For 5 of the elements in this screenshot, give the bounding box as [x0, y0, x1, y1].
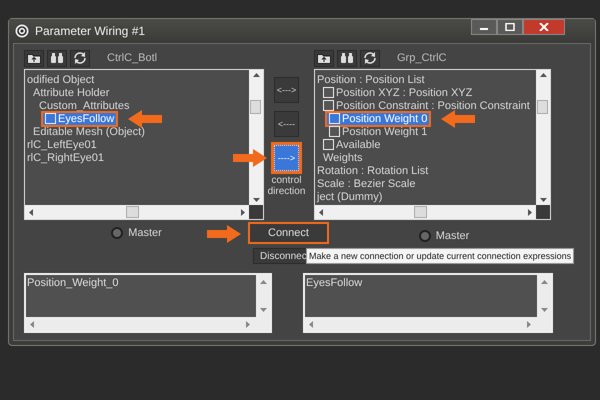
tooltip: Make a new connection or update current connection expressions — [306, 248, 574, 264]
object-name: CtrlC_Botl — [107, 52, 158, 64]
direction-caption: control direction — [266, 175, 306, 197]
object-name: Grp_CtrlC — [397, 52, 447, 64]
window-title: Parameter Wiring #1 — [35, 24, 146, 38]
